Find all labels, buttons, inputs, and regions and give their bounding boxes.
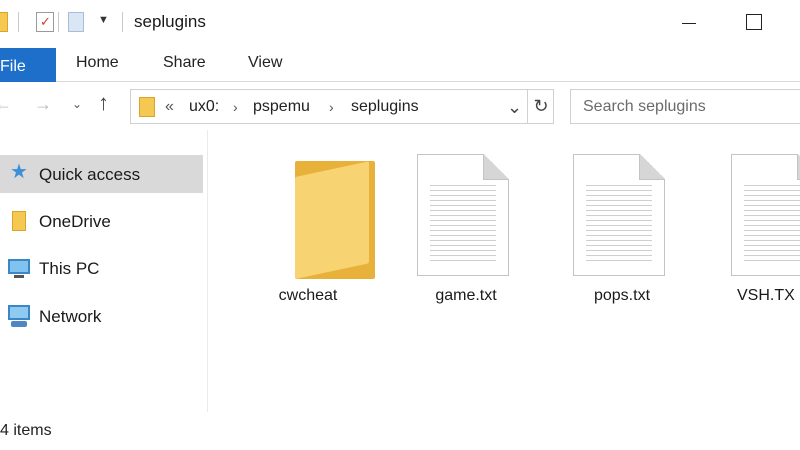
text-lines [430, 185, 496, 265]
toolbar-separator [18, 12, 19, 32]
computer-icon [8, 259, 30, 274]
tab-view[interactable]: View [248, 54, 282, 72]
window-title: seplugins [134, 12, 206, 31]
tab-home[interactable]: Home [76, 54, 119, 72]
maximize-button[interactable] [746, 14, 762, 30]
network-base [11, 321, 27, 327]
file-name: cwcheat [278, 287, 338, 304]
file-list: cwcheat game.txt pops.txt VSH.TX [209, 130, 800, 412]
search-placeholder: Search seplugins [583, 98, 706, 115]
tab-file[interactable]: File [0, 48, 56, 82]
sidebar-item-quick-access[interactable]: ★ Quick access [0, 155, 203, 193]
tab-share[interactable]: Share [163, 54, 206, 72]
breadcrumb-separator-icon[interactable]: › [233, 99, 238, 115]
navigation-pane: ★ Quick access OneDrive This PC Network [0, 130, 208, 412]
text-lines [744, 185, 800, 265]
sidebar-item-onedrive[interactable]: OneDrive [0, 202, 203, 240]
sidebar-item-this-pc[interactable]: This PC [0, 249, 203, 287]
network-icon [8, 305, 30, 320]
navigation-bar: ← → ⌄ ↑ « ux0: › pspemu › seplugins ⌄ ↻ … [0, 82, 800, 130]
file-name: pops.txt [593, 287, 651, 304]
list-item-file[interactable]: pops.txt [557, 150, 687, 340]
sidebar-item-label: This PC [39, 259, 100, 278]
page-corner [483, 154, 509, 180]
up-arrow-icon[interactable]: ↑ [98, 92, 109, 114]
text-lines [586, 185, 652, 265]
new-folder-icon[interactable] [68, 12, 84, 32]
title-separator [122, 12, 123, 32]
text-file-icon [731, 154, 800, 276]
star-icon: ★ [10, 161, 28, 183]
computer-stand [14, 275, 24, 278]
sidebar-item-label: Network [39, 307, 102, 326]
back-arrow-icon[interactable]: ← [0, 94, 12, 114]
item-count: 4 items [0, 422, 52, 439]
folder-icon [139, 97, 155, 117]
sidebar-item-label: OneDrive [39, 212, 111, 231]
recent-locations-chevron-icon[interactable]: ⌄ [72, 94, 82, 114]
onedrive-folder-icon [12, 211, 26, 231]
folder-front [295, 161, 369, 279]
properties-icon[interactable]: ✓ [36, 12, 54, 32]
folder-icon[interactable] [0, 12, 8, 32]
forward-arrow-icon[interactable]: → [34, 94, 52, 114]
address-dropdown-icon[interactable]: ⌄ [507, 97, 522, 118]
breadcrumb-pspemu[interactable]: pspemu [253, 98, 310, 116]
toolbar-separator [58, 12, 59, 32]
text-file-icon [573, 154, 665, 276]
search-input[interactable]: Search seplugins [570, 89, 800, 124]
breadcrumb-separator-icon[interactable]: › [329, 99, 334, 115]
breadcrumb-seplugins[interactable]: seplugins [351, 98, 419, 116]
sidebar-item-label: Quick access [39, 165, 141, 184]
list-item-folder[interactable]: cwcheat [243, 150, 375, 340]
sidebar-item-network[interactable]: Network [0, 297, 203, 335]
ribbon-tabs: File Home Share View [0, 44, 800, 82]
status-bar: 4 items [0, 412, 800, 450]
minimize-button[interactable] [682, 23, 696, 24]
page-corner [639, 154, 665, 180]
file-name: game.txt [435, 287, 497, 304]
checkmark-icon: ✓ [40, 14, 51, 29]
address-overflow[interactable]: « [165, 98, 174, 116]
list-item-file[interactable]: VSH.TX [715, 150, 800, 340]
title-bar: ✓ ▼ seplugins [0, 0, 800, 44]
list-item-file[interactable]: game.txt [401, 150, 531, 340]
text-file-icon [417, 154, 509, 276]
address-bar[interactable]: « ux0: › pspemu › seplugins ⌄ ↻ [130, 89, 554, 124]
refresh-icon[interactable]: ↻ [527, 90, 554, 123]
breadcrumb-ux0[interactable]: ux0: [189, 98, 219, 116]
customize-toolbar-dropdown-icon[interactable]: ▼ [98, 14, 109, 26]
file-name: VSH.TX [737, 287, 795, 304]
